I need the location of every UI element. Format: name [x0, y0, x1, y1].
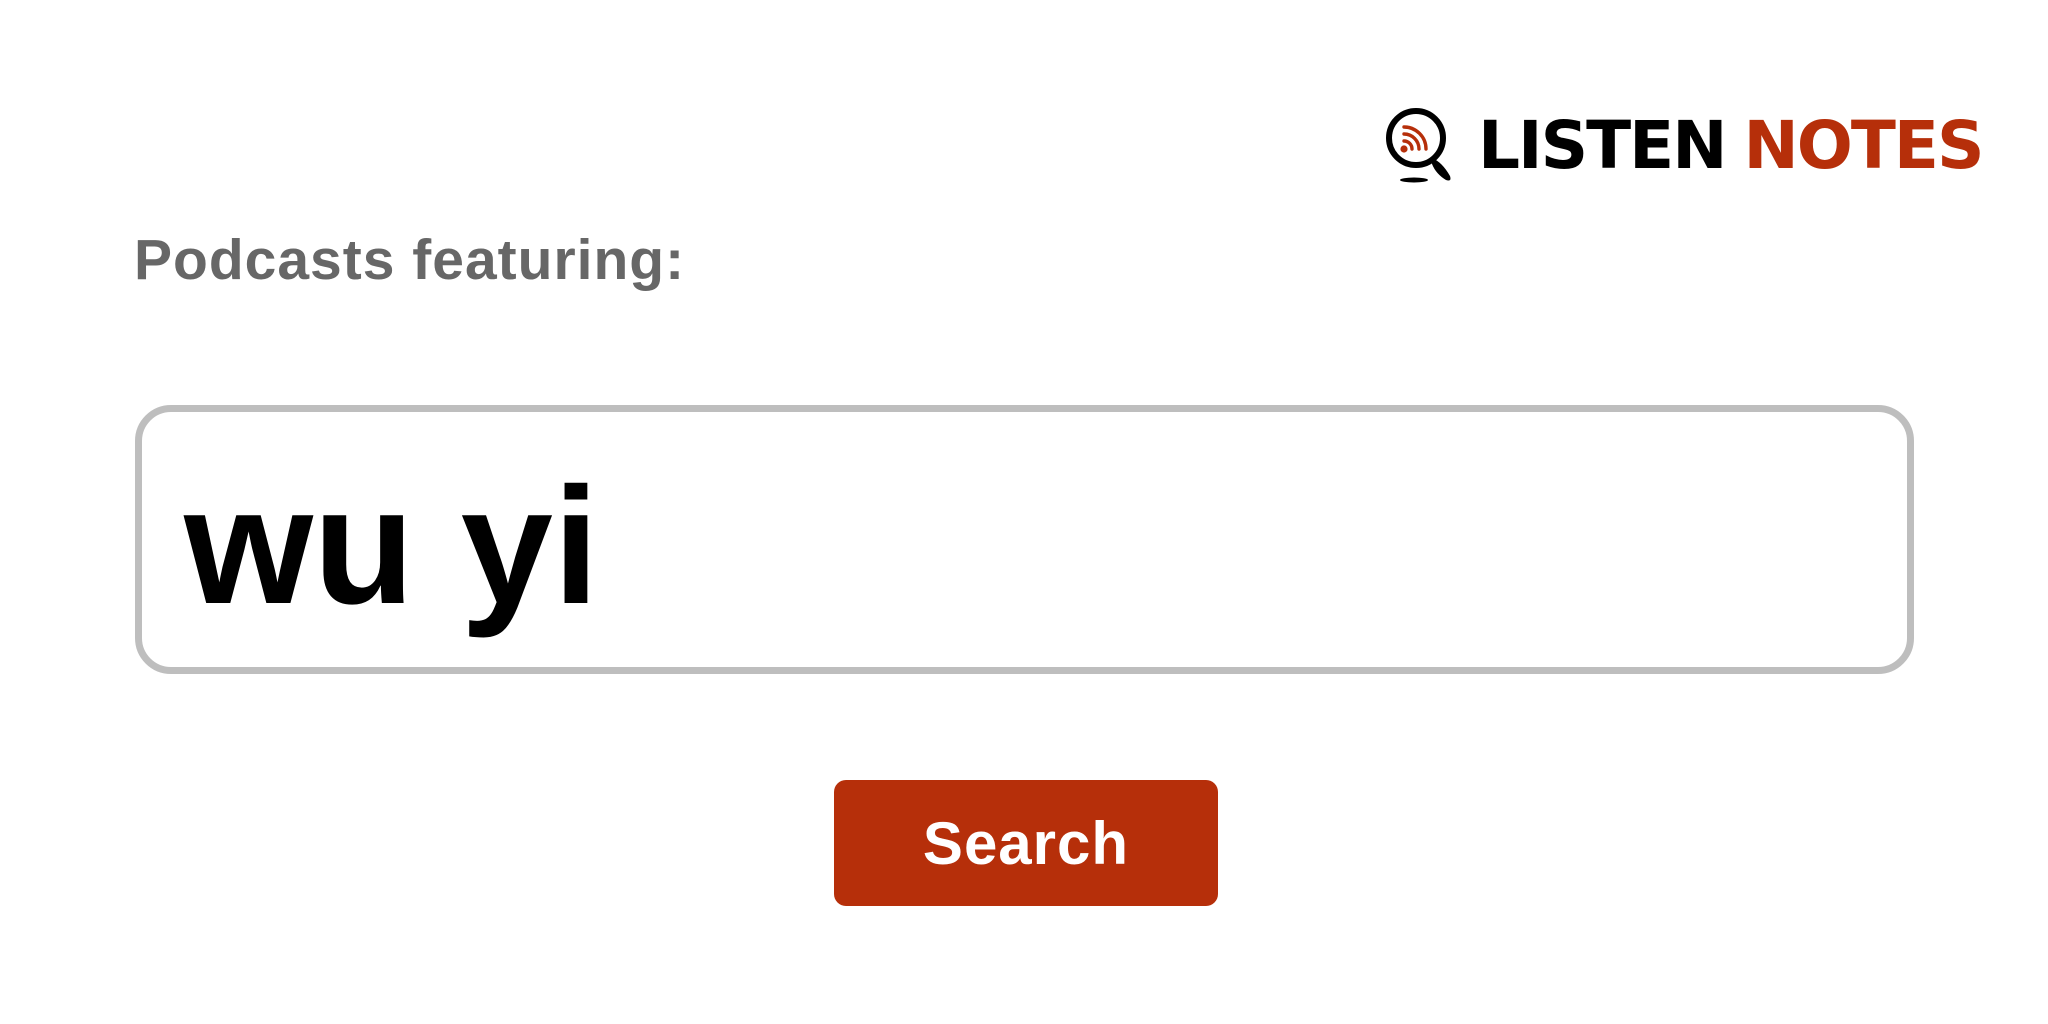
page-heading: Podcasts featuring: — [134, 228, 686, 292]
magnifier-podcast-icon — [1386, 108, 1451, 183]
search-button[interactable]: Search — [834, 780, 1218, 906]
logo-wordmark: LISTEN NOTES — [1478, 113, 1984, 179]
logo-word-notes: NOTES — [1743, 107, 1985, 184]
listen-notes-logo: LISTEN NOTES — [1384, 106, 1984, 186]
search-input-value: wu yi — [184, 454, 600, 639]
logo-word-listen: LISTEN — [1478, 107, 1727, 184]
search-input[interactable]: wu yi — [135, 405, 1914, 674]
